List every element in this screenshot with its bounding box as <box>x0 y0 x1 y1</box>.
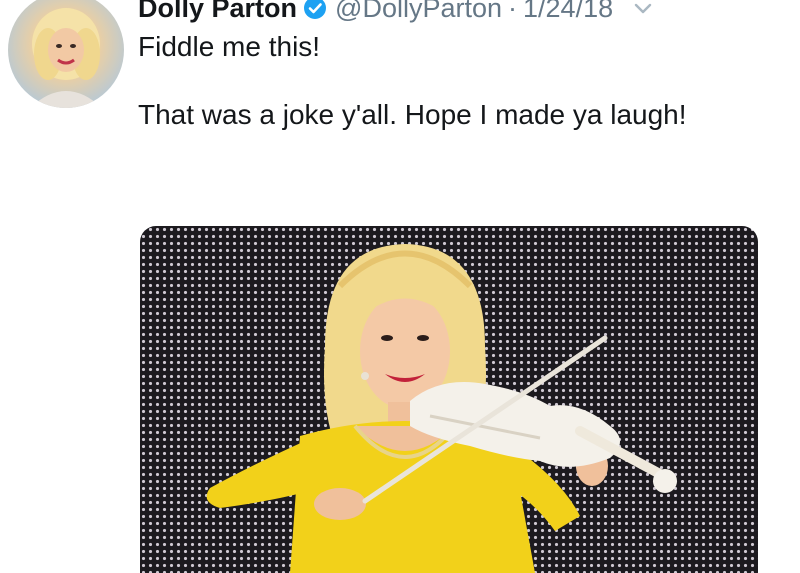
tweet-text-line-2: That was a joke y'all. Hope I made ya la… <box>138 99 687 130</box>
photo-illustration <box>206 244 677 573</box>
tweet-header: Dolly Parton @DollyParton · 1/24/18 <box>138 0 655 25</box>
tweet-media-photo[interactable] <box>140 226 758 573</box>
avatar-image <box>30 8 102 108</box>
header-separator: · <box>508 0 518 23</box>
tweet-text-line-1: Fiddle me this! <box>138 31 321 62</box>
chevron-down-icon[interactable] <box>631 0 655 20</box>
tweet-text: Fiddle me this! That was a joke y'all. H… <box>138 30 758 166</box>
author-handle[interactable]: @DollyParton <box>335 0 502 24</box>
tweet-date[interactable]: 1/24/18 <box>523 0 613 24</box>
author-name[interactable]: Dolly Parton <box>138 0 297 24</box>
avatar[interactable] <box>8 0 124 108</box>
verified-badge-icon <box>304 0 327 19</box>
